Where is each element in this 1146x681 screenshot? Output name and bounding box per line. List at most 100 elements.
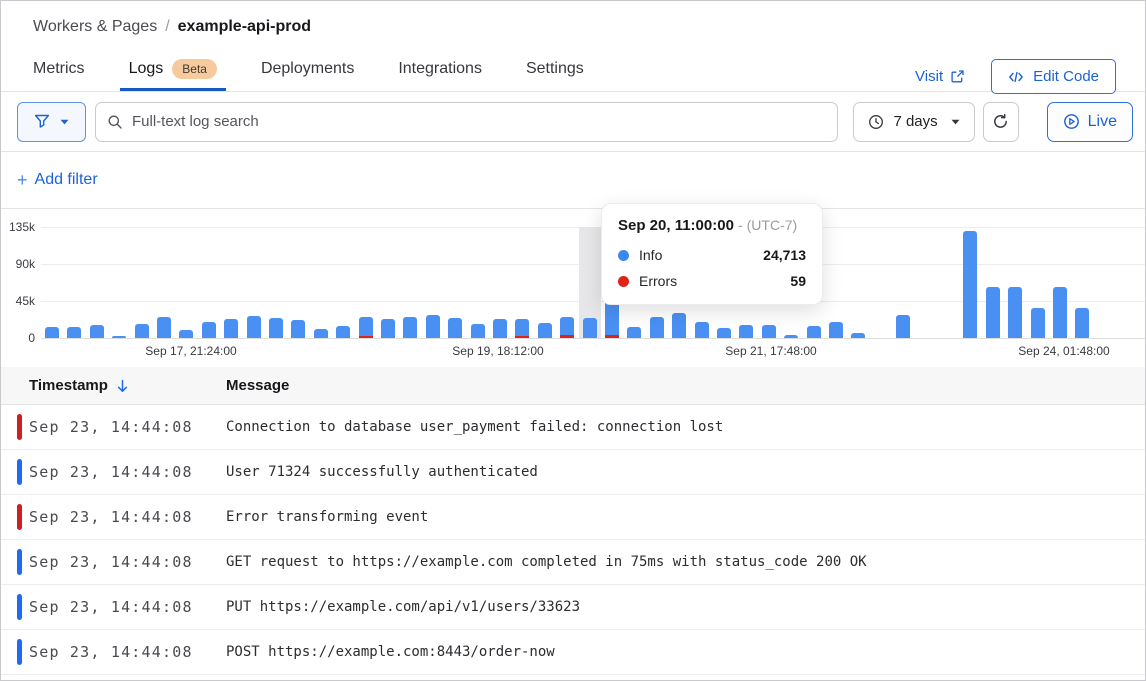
chart-bar[interactable] bbox=[67, 327, 81, 338]
tooltip-series-label: Errors bbox=[639, 273, 677, 289]
chart-bar[interactable] bbox=[135, 324, 149, 338]
search-input[interactable] bbox=[95, 102, 838, 142]
search-box bbox=[95, 102, 838, 142]
tooltip-row-errors: Errors59 bbox=[618, 273, 806, 289]
tab-label: Deployments bbox=[261, 60, 354, 78]
chart-bar-errors bbox=[560, 335, 574, 338]
log-message: PUT https://example.com/api/v1/users/336… bbox=[226, 599, 1145, 615]
tab-label: Settings bbox=[526, 60, 584, 78]
log-volume-chart: 135k90k45k0 Sep 17, 21:24:00Sep 19, 18:1… bbox=[1, 209, 1145, 367]
chart-bar[interactable] bbox=[90, 325, 104, 338]
timestamp-header-label: Timestamp bbox=[29, 377, 108, 394]
log-row[interactable]: Sep 23, 14:44:08POST https://example.com… bbox=[1, 630, 1145, 675]
time-range-dropdown[interactable]: 7 days bbox=[853, 102, 974, 142]
info-dot-icon bbox=[618, 250, 629, 261]
breadcrumb-current: example-api-prod bbox=[178, 18, 311, 36]
log-timestamp: Sep 23, 14:44:08 bbox=[1, 418, 226, 436]
live-button[interactable]: Live bbox=[1047, 102, 1133, 142]
breadcrumb-separator: / bbox=[165, 18, 169, 36]
tooltip-timezone: - (UTC-7) bbox=[738, 217, 797, 233]
breadcrumb-section[interactable]: Workers & Pages bbox=[33, 18, 157, 36]
log-timestamp: Sep 23, 14:44:08 bbox=[1, 463, 226, 481]
tab-logs[interactable]: LogsBeta bbox=[129, 46, 217, 91]
live-label: Live bbox=[1088, 113, 1117, 131]
chart-bar[interactable] bbox=[672, 313, 686, 338]
log-row[interactable]: Sep 23, 14:44:08User 71324 successfully … bbox=[1, 450, 1145, 495]
chart-bar[interactable] bbox=[448, 318, 462, 338]
y-tick-label: 0 bbox=[28, 331, 35, 345]
chart-bar[interactable] bbox=[247, 316, 261, 338]
breadcrumb: Workers & Pages / example-api-prod bbox=[33, 18, 1113, 36]
chart-bar[interactable] bbox=[471, 324, 485, 338]
chart-bar[interactable] bbox=[314, 329, 328, 338]
chart-bar[interactable] bbox=[627, 327, 641, 338]
chart-bar[interactable] bbox=[336, 326, 350, 338]
sort-desc-icon bbox=[116, 379, 129, 393]
chart-bar[interactable] bbox=[179, 330, 193, 338]
chart-bar[interactable] bbox=[807, 326, 821, 338]
y-tick-label: 90k bbox=[16, 257, 35, 271]
chart-bar[interactable] bbox=[1075, 308, 1089, 338]
chevron-down-icon bbox=[951, 119, 960, 125]
chart-bar[interactable] bbox=[112, 336, 126, 338]
chart-bar[interactable] bbox=[695, 322, 709, 338]
chart-bar[interactable] bbox=[493, 319, 507, 338]
chart-bar[interactable] bbox=[963, 231, 977, 338]
severity-indicator-info bbox=[17, 594, 22, 620]
chart-bar[interactable] bbox=[359, 317, 373, 338]
chart-bar[interactable] bbox=[1008, 287, 1022, 338]
log-row[interactable]: Sep 23, 14:44:08PUT https://example.com/… bbox=[1, 585, 1145, 630]
tab-settings[interactable]: Settings bbox=[526, 46, 584, 91]
chart-bar[interactable] bbox=[381, 319, 395, 338]
tab-deployments[interactable]: Deployments bbox=[261, 46, 354, 91]
chart-bar[interactable] bbox=[157, 317, 171, 338]
tooltip-rows: Info24,713Errors59 bbox=[618, 247, 806, 289]
y-tick-label: 45k bbox=[16, 294, 35, 308]
chart-bar[interactable] bbox=[650, 317, 664, 338]
y-axis: 135k90k45k0 bbox=[1, 227, 35, 338]
log-timestamp: Sep 23, 14:44:08 bbox=[1, 553, 226, 571]
chart-bar[interactable] bbox=[762, 325, 776, 338]
log-row[interactable]: Sep 23, 14:44:08GET request to https://e… bbox=[1, 540, 1145, 585]
chart-bar[interactable] bbox=[202, 322, 216, 338]
log-row[interactable]: Sep 23, 14:44:08Error transforming event bbox=[1, 495, 1145, 540]
tab-integrations[interactable]: Integrations bbox=[398, 46, 482, 91]
tab-label: Logs bbox=[129, 60, 164, 78]
edit-code-button[interactable]: Edit Code bbox=[991, 59, 1116, 94]
chart-bar[interactable] bbox=[986, 287, 1000, 338]
refresh-button[interactable] bbox=[983, 102, 1019, 142]
chart-bar[interactable] bbox=[829, 322, 843, 338]
tooltip-series-label: Info bbox=[639, 247, 662, 263]
errors-dot-icon bbox=[618, 276, 629, 287]
chart-bar[interactable] bbox=[1031, 308, 1045, 338]
chart-bar[interactable] bbox=[45, 327, 59, 338]
column-header-timestamp[interactable]: Timestamp bbox=[1, 377, 226, 394]
gridline bbox=[41, 338, 1145, 339]
add-filter-button[interactable]: + Add filter bbox=[17, 170, 98, 191]
chart-bar[interactable] bbox=[717, 328, 731, 338]
chart-bar[interactable] bbox=[269, 318, 283, 338]
chart-bar[interactable] bbox=[583, 318, 597, 338]
chart-bar[interactable] bbox=[538, 323, 552, 338]
add-filter-row: + Add filter bbox=[1, 152, 1145, 209]
x-tick-label: Sep 21, 17:48:00 bbox=[725, 344, 816, 358]
log-row[interactable]: Sep 23, 14:44:08Connection to database u… bbox=[1, 405, 1145, 450]
tab-metrics[interactable]: Metrics bbox=[33, 46, 85, 91]
visit-link[interactable]: Visit bbox=[915, 68, 965, 85]
tab-label: Integrations bbox=[398, 60, 482, 78]
chart-bar[interactable] bbox=[426, 315, 440, 338]
chart-bar[interactable] bbox=[1053, 287, 1067, 338]
filter-dropdown-button[interactable] bbox=[17, 102, 86, 142]
chart-bar[interactable] bbox=[784, 335, 798, 338]
log-timestamp: Sep 23, 14:44:08 bbox=[1, 598, 226, 616]
chart-bar[interactable] bbox=[896, 315, 910, 338]
chart-bar[interactable] bbox=[851, 333, 865, 338]
chart-tooltip: Sep 20, 11:00:00 - (UTC-7) Info24,713Err… bbox=[601, 203, 823, 305]
chart-bar[interactable] bbox=[224, 319, 238, 338]
chart-bar[interactable] bbox=[291, 320, 305, 338]
log-toolbar: 7 days Live bbox=[1, 92, 1145, 152]
visit-label: Visit bbox=[915, 68, 943, 85]
chart-bar[interactable] bbox=[403, 317, 417, 338]
chart-bar[interactable] bbox=[739, 325, 753, 338]
log-message: GET request to https://example.com compl… bbox=[226, 554, 1145, 570]
